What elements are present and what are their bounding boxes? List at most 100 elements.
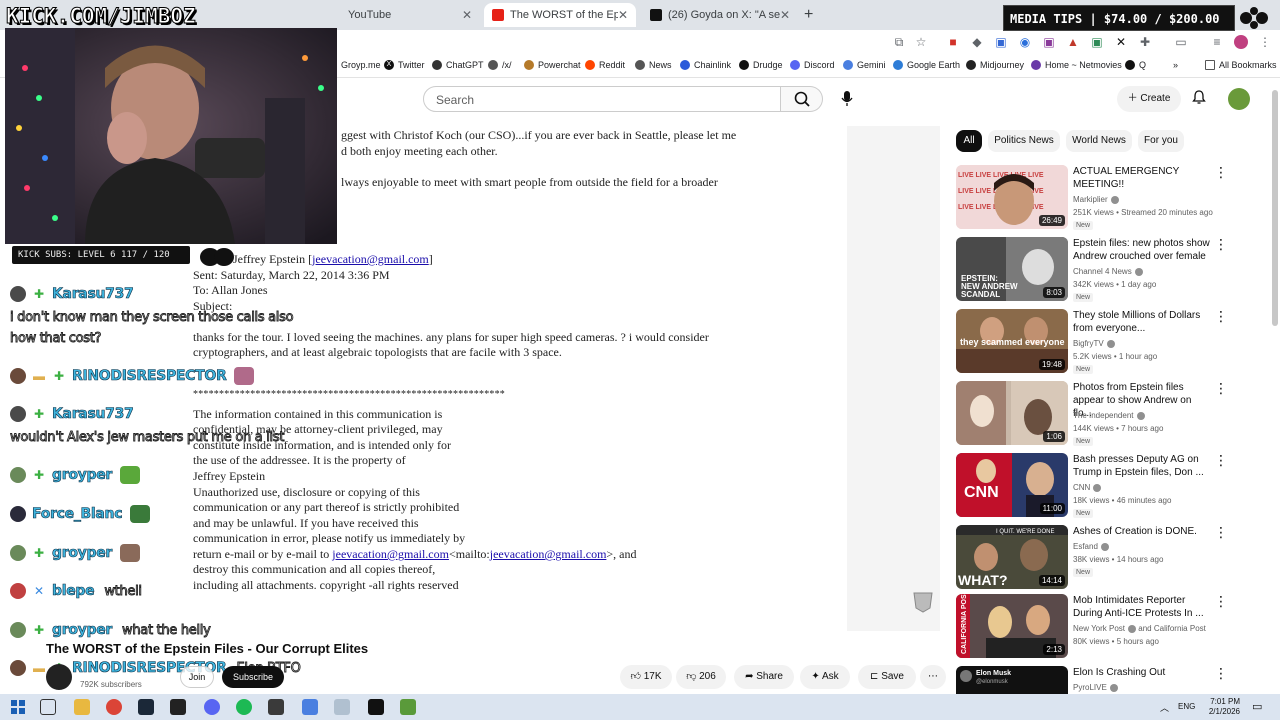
close-icon[interactable]: ✕ [618,8,628,22]
video-thumbnail[interactable]: CNN 11:00 [956,453,1068,517]
more-actions-button[interactable]: ⋯ [920,665,946,689]
spotify-icon[interactable] [236,699,252,715]
extension-icon[interactable]: ▲ [1066,35,1080,49]
notifications-icon[interactable]: ▭ [1252,700,1262,713]
notifications-bell-icon[interactable] [1191,89,1207,108]
more-options-icon[interactable]: ⋮ [1214,594,1228,608]
bookmark-gemini[interactable]: Gemini [843,60,886,70]
more-bookmarks-icon[interactable]: » [1173,60,1178,70]
video-thumbnail[interactable]: EPSTEIN: NEW ANDREW SCANDAL 8:03 [956,237,1068,301]
more-options-icon[interactable]: ⋮ [1214,453,1228,467]
new-tab-button[interactable]: + [804,6,813,24]
video-title[interactable]: Mob Intimidates Reporter During Anti-ICE… [1073,594,1213,620]
tray-chevron-icon[interactable]: ︿ [1160,701,1169,714]
install-icon[interactable]: ⧉ [892,35,906,49]
subscribe-button[interactable]: Subscribe [222,666,284,688]
bookmark-netmovies[interactable]: Home ~ Netmovies [1031,60,1122,70]
discord-icon[interactable] [204,699,220,715]
close-icon[interactable]: ✕ [462,8,472,22]
recommendation-item[interactable]: EPSTEIN: NEW ANDREW SCANDAL 8:03 Epstein f… [956,237,1266,303]
video-thumbnail[interactable]: 1:06 [956,381,1068,445]
channel-name[interactable]: Esfand [1073,542,1109,551]
video-thumbnail[interactable]: I QUIT. WE'RE DONE WHAT? 14:14 [956,525,1068,589]
recommendation-item[interactable]: LIVE LIVE LIVE LIVE LIVE LIVE LIVE LIVE L… [956,165,1266,231]
menu-icon[interactable]: ⋮ [1258,35,1272,49]
dislike-button[interactable]: 👎︎ 206 [676,665,726,689]
search-input[interactable]: Search [423,86,781,112]
video-thumbnail[interactable]: they scammed everyone 19:48 [956,309,1068,373]
video-title[interactable]: Epstein files: new photos show Andrew cr… [1073,237,1213,263]
recommendation-item[interactable]: I QUIT. WE'RE DONE WHAT? 14:14 Ashes of C… [956,525,1266,591]
profile-icon[interactable] [1234,35,1248,49]
channel-name[interactable]: CNN [1073,483,1102,492]
language-indicator[interactable]: ENG [1178,702,1195,711]
extension-icon[interactable]: ▣ [1090,35,1104,49]
channel-name[interactable]: PyroLIVE [1073,683,1118,692]
x-icon[interactable] [368,699,384,715]
bookmark-discord[interactable]: Discord [790,60,835,70]
bookmark-twitter[interactable]: X Twitter [384,60,425,70]
more-options-icon[interactable]: ⋮ [1214,381,1228,395]
windows-start-icon[interactable] [10,699,26,715]
recommendation-item[interactable]: they scammed everyone 19:48 They stole M… [956,309,1266,375]
join-button[interactable]: Join [180,666,214,688]
channel-avatar[interactable] [46,664,72,690]
channel-name[interactable]: The Independent [1073,411,1145,420]
channel-name[interactable]: BigfryTV [1073,339,1115,348]
video-title[interactable]: Bash presses Deputy AG on Trump in Epste… [1073,453,1213,479]
app-icon[interactable] [334,699,350,715]
extension-icon[interactable]: ▣ [994,35,1008,49]
app-icon[interactable] [302,699,318,715]
channel-name[interactable]: Channel 4 News [1073,267,1143,276]
bookmark-all[interactable]: All Bookmarks [1205,60,1277,70]
tab-youtube[interactable]: YouTube ✕ [340,3,480,27]
chip-politics-news[interactable]: Politics News [988,130,1060,152]
bookmark-chatgpt[interactable]: ChatGPT [432,60,484,70]
tab-x-post[interactable]: (26) Goyda on X: "A search for ✕ [642,3,798,27]
bookmark-chainlink[interactable]: Chainlink [680,60,731,70]
sidepanel-icon[interactable]: ▭ [1174,35,1188,49]
tray-clock[interactable]: 7:01 PM 2/1/2026 [1200,697,1240,717]
bookmark-q[interactable]: Q [1125,60,1146,70]
extension-icon[interactable]: ■ [946,35,960,49]
x-icon[interactable]: ✕ [1114,35,1128,49]
microphone-icon[interactable] [836,87,858,109]
scrollbar[interactable] [1272,90,1278,326]
search-button[interactable] [781,86,823,112]
chip-world-news[interactable]: World News [1066,130,1132,152]
more-options-icon[interactable]: ⋮ [1214,666,1228,680]
app-icon[interactable] [170,699,186,715]
bookmark-x[interactable]: /x/ [488,60,512,70]
bookmark-powerchat[interactable]: Powerchat [524,60,581,70]
recommendation-item[interactable]: CALIFORNIA POST 2:13 Mob Intimidates Rep… [956,594,1266,660]
channel-name[interactable]: Markiplier [1073,195,1119,204]
chrome-icon[interactable] [106,699,122,715]
video-thumbnail[interactable]: LIVE LIVE LIVE LIVE LIVE LIVE LIVE LIVE L… [956,165,1068,229]
save-button[interactable]: ⊏ Save [858,665,916,689]
ask-button[interactable]: ✦ Ask [800,665,850,689]
more-options-icon[interactable]: ⋮ [1214,525,1228,539]
bookmark-midjourney[interactable]: Midjourney [966,60,1024,70]
more-options-icon[interactable]: ⋮ [1214,309,1228,323]
chip-for-you[interactable]: For you [1138,130,1184,152]
tab-epstein-video[interactable]: The WORST of the Epstein ✕ [484,3,636,27]
extension-icon[interactable]: ◉ [1018,35,1032,49]
create-button[interactable]: ＋ Create [1117,86,1181,112]
star-icon[interactable]: ☆ [914,35,928,49]
bookmark-google-earth[interactable]: Google Earth [893,60,960,70]
video-title[interactable]: Ashes of Creation is DONE. [1073,525,1213,538]
like-button[interactable]: 👍︎ 17K [620,665,672,689]
bookmark-news[interactable]: News [635,60,672,70]
more-options-icon[interactable]: ⋮ [1214,237,1228,251]
video-title[interactable]: They stole Millions of Dollars from ever… [1073,309,1213,335]
reading-list-icon[interactable]: ≡ [1210,35,1224,49]
shield-icon[interactable]: ◆ [970,35,984,49]
close-icon[interactable]: ✕ [780,8,790,22]
share-button[interactable]: ➦ Share [734,665,794,689]
video-title[interactable]: Elon Is Crashing Out [1073,666,1213,679]
bookmark-drudge[interactable]: Drudge [739,60,783,70]
obs-icon[interactable] [268,699,284,715]
more-options-icon[interactable]: ⋮ [1214,165,1228,179]
task-view-icon[interactable] [40,699,56,715]
channel-name[interactable]: New York Post and California Post [1073,624,1206,633]
